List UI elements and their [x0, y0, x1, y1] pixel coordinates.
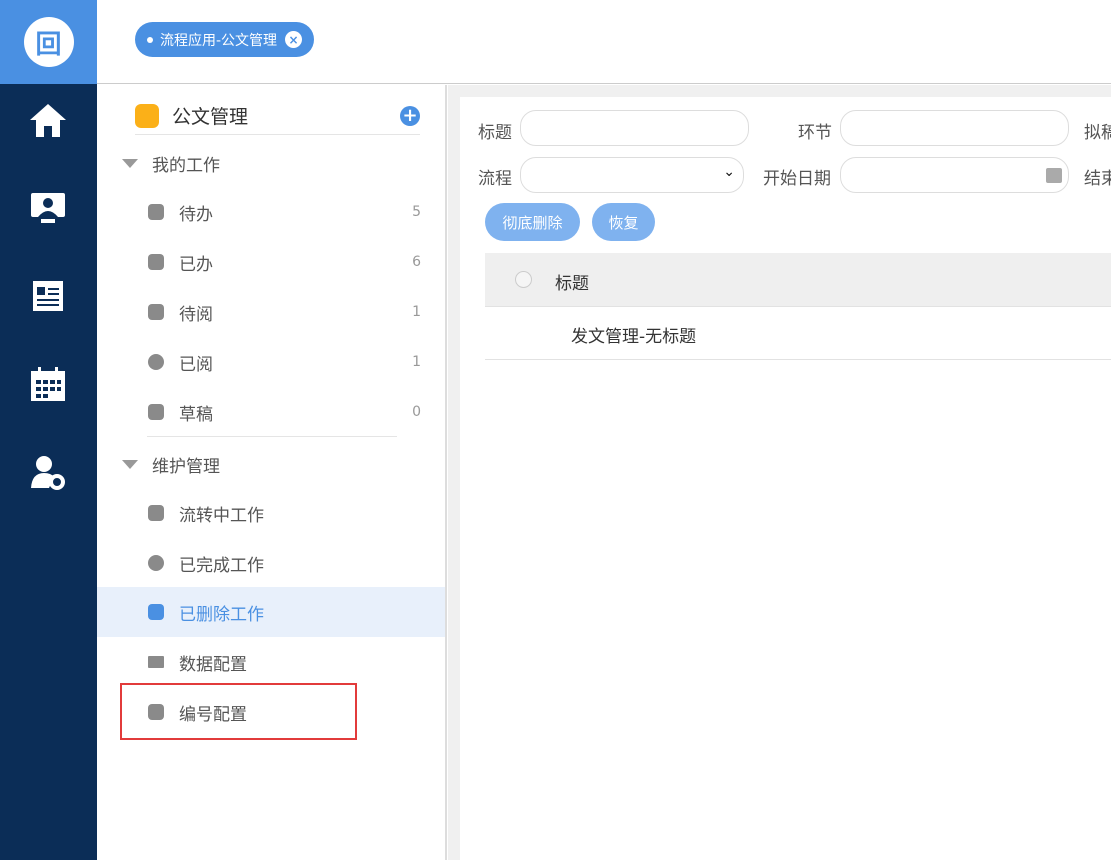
highlight-box: [120, 683, 357, 740]
eye-icon: [148, 354, 164, 370]
sidebar-item-done[interactable]: 已办 6: [97, 237, 445, 287]
table-row[interactable]: 发文管理-无标题: [485, 307, 1111, 360]
item-count: 1: [412, 354, 421, 370]
item-label: 已办: [179, 254, 213, 275]
tab-dot-icon: [147, 36, 153, 43]
sidebar: 公文管理 + 我的工作 待办 5 已办 6 待阅 1 已阅 1 草稿 0 维护管理 流转中…: [97, 85, 447, 860]
sidebar-header: 公文管理 +: [135, 97, 420, 135]
sidebar-item-drafts[interactable]: 草稿 0: [97, 387, 445, 437]
sliders-icon: [148, 656, 164, 668]
content-panel: 标题 环节 拟稿 流程 ⌄ 开始日期 结束 彻底删除 恢复 标题 发文管理-无标…: [460, 97, 1111, 860]
todo-icon: [148, 204, 164, 220]
sidebar-item-deleted[interactable]: 已删除工作: [97, 587, 445, 637]
sidebar-item-completed[interactable]: 已完成工作: [97, 538, 445, 588]
column-title[interactable]: 标题: [555, 269, 589, 294]
clock-doc-icon: [148, 304, 164, 320]
table-header: 标题: [485, 253, 1111, 307]
tab-label: 流程应用-公文管理: [160, 32, 278, 49]
purge-button[interactable]: 彻底删除: [485, 203, 580, 241]
news-icon[interactable]: [28, 276, 68, 316]
caret-down-icon: [122, 460, 138, 469]
item-label: 已删除工作: [179, 604, 264, 625]
item-count: 5: [412, 204, 421, 220]
draft-label: 拟稿: [1084, 123, 1111, 143]
caret-down-icon: [122, 159, 138, 168]
sidebar-item-to-read[interactable]: 待阅 1: [97, 287, 445, 337]
sidebar-item-in-progress[interactable]: 流转中工作: [97, 488, 445, 538]
monitor-user-icon[interactable]: [28, 188, 68, 228]
title-input[interactable]: [520, 110, 749, 146]
item-label: 待办: [179, 204, 213, 225]
group-maintenance[interactable]: 维护管理: [122, 452, 220, 477]
app-logo[interactable]: 回: [0, 0, 97, 84]
home-icon[interactable]: [28, 100, 68, 140]
logo-icon: 回: [23, 17, 74, 67]
divider: [147, 436, 397, 437]
flow-select[interactable]: ⌄: [520, 157, 744, 193]
delete-doc-icon: [148, 604, 164, 620]
end-date-label: 结束: [1084, 169, 1111, 189]
sidebar-item-read[interactable]: 已阅 1: [97, 337, 445, 387]
done-icon: [148, 254, 164, 270]
chevron-down-icon: ⌄: [723, 164, 735, 180]
item-label: 已完成工作: [179, 555, 264, 576]
group-label: 维护管理: [152, 457, 220, 477]
item-label: 草稿: [179, 404, 213, 425]
flow-label: 流程: [478, 169, 512, 189]
monitor-icon: [148, 505, 164, 521]
item-count: 0: [412, 404, 421, 420]
item-label: 待阅: [179, 304, 213, 325]
sidebar-title: 公文管理: [172, 106, 249, 128]
restore-button[interactable]: 恢复: [592, 203, 655, 241]
sidebar-item-data-config[interactable]: 数据配置: [97, 637, 445, 687]
select-all-radio[interactable]: [515, 271, 532, 288]
item-label: 数据配置: [179, 654, 247, 675]
nav-rail: 回: [0, 0, 97, 860]
item-label: 已阅: [179, 354, 213, 375]
check-circle-icon: [148, 555, 164, 571]
start-date-input[interactable]: [840, 157, 1069, 193]
calendar-icon[interactable]: [1046, 168, 1062, 183]
node-label: 环节: [798, 123, 832, 143]
calendar-icon[interactable]: [28, 364, 68, 404]
group-my-work[interactable]: 我的工作: [122, 151, 220, 176]
edit-icon: [148, 404, 164, 420]
close-icon[interactable]: ×: [285, 31, 303, 48]
sidebar-item-todo[interactable]: 待办 5: [97, 187, 445, 237]
user-settings-icon[interactable]: [28, 452, 68, 492]
add-icon[interactable]: +: [400, 105, 420, 126]
item-label: 流转中工作: [179, 505, 264, 526]
top-bar: 流程应用-公文管理 ×: [97, 0, 1111, 84]
title-label: 标题: [478, 123, 512, 143]
main-area: 标题 环节 拟稿 流程 ⌄ 开始日期 结束 彻底删除 恢复 标题 发文管理-无标…: [448, 85, 1111, 860]
item-count: 6: [412, 254, 421, 270]
group-label: 我的工作: [152, 156, 220, 176]
item-count: 1: [412, 304, 421, 320]
row-title[interactable]: 发文管理-无标题: [571, 322, 696, 347]
node-input[interactable]: [840, 110, 1069, 146]
document-app-icon: [135, 103, 159, 128]
tab-document-management[interactable]: 流程应用-公文管理 ×: [135, 22, 315, 57]
start-date-label: 开始日期: [763, 169, 831, 189]
